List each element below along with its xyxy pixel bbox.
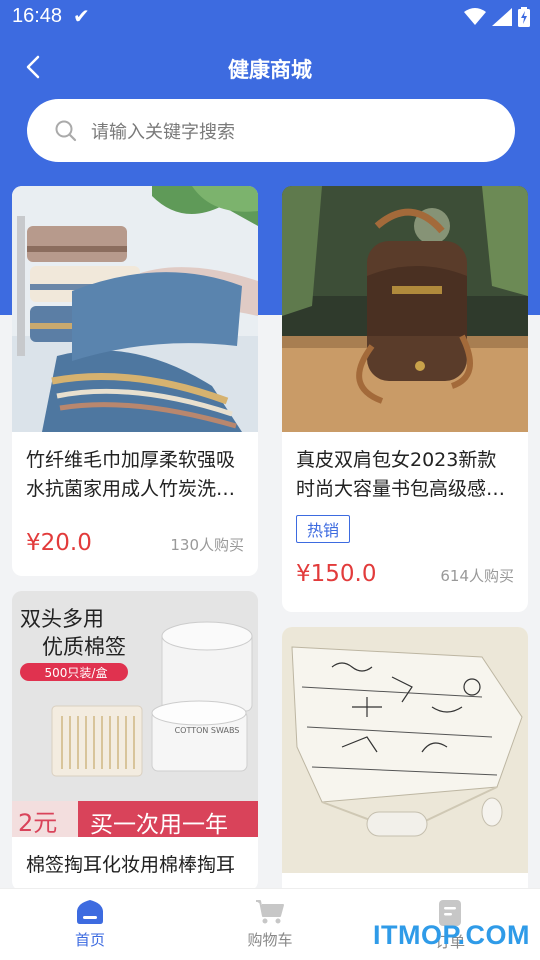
watermark: ITMOP.COM — [372, 920, 530, 950]
image-text-line1: 双头多用 — [20, 607, 104, 631]
product-price: ¥150.0 — [296, 561, 377, 587]
product-card[interactable]: 竹纤维毛巾加厚柔软强吸水抗菌家用成人竹炭洗… ¥20.0 130人购买 — [12, 186, 258, 576]
product-price: ¥20.0 — [26, 530, 92, 556]
product-image-umbrella — [282, 627, 528, 873]
product-sales: 130人购买 — [170, 536, 244, 554]
image-text-line2: 优质棉签 — [42, 635, 126, 659]
image-text-slogan: 买一次用一年 — [90, 812, 228, 837]
hot-badge: 热销 — [296, 515, 351, 543]
signal-icon — [492, 8, 512, 26]
cart-icon — [256, 900, 284, 924]
product-image-towel — [12, 186, 258, 432]
wifi-icon — [464, 8, 486, 25]
price-row: ¥20.0 130人购买 — [12, 530, 258, 556]
status-bar: 16:48 ✔ — [0, 0, 540, 36]
price-row: ¥150.0 614人购买 — [282, 561, 528, 587]
product-card[interactable]: 双头多用 优质棉签 500只装/盒 COTTON SWABS 2元 买一次用一年… — [12, 591, 258, 891]
status-time: 16:48 — [12, 5, 63, 27]
product-title: 真皮双肩包女2023新款时尚大容量书包高级感… — [296, 449, 506, 500]
page-title: 健康商城 — [228, 58, 312, 82]
battery-icon — [518, 7, 530, 27]
search-placeholder: 请输入关键字搜索 — [91, 121, 235, 143]
status-icons — [464, 7, 530, 27]
product-card[interactable]: 真皮双肩包女2023新款时尚大容量书包高级感… 热销 ¥150.0 614人购买 — [282, 186, 528, 612]
product-title: 竹纤维毛巾加厚柔软强吸水抗菌家用成人竹炭洗… — [26, 449, 236, 500]
product-image-backpack — [282, 186, 528, 432]
tab-label: 首页 — [74, 931, 105, 949]
image-text-tag: 500只装/盒 — [44, 666, 108, 680]
image-text-price: 2元 — [18, 809, 58, 837]
product-image-cotton-swabs: 双头多用 优质棉签 500只装/盒 COTTON SWABS 2元 买一次用一年 — [12, 591, 258, 837]
product-card[interactable] — [282, 627, 528, 897]
download-done-icon: ✔ — [73, 4, 90, 28]
image-text-box: COTTON SWABS — [174, 726, 240, 735]
tab-cart[interactable]: 购物车 — [180, 889, 360, 960]
tab-label: 购物车 — [247, 931, 293, 949]
home-icon — [77, 900, 103, 924]
tab-home[interactable]: 首页 — [0, 889, 180, 960]
search-icon — [55, 120, 77, 141]
product-title: 棉签掏耳化妆用棉棒掏耳 — [26, 854, 236, 876]
product-sales: 614人购买 — [440, 567, 514, 585]
search-input[interactable]: 请输入关键字搜索 — [27, 99, 515, 162]
